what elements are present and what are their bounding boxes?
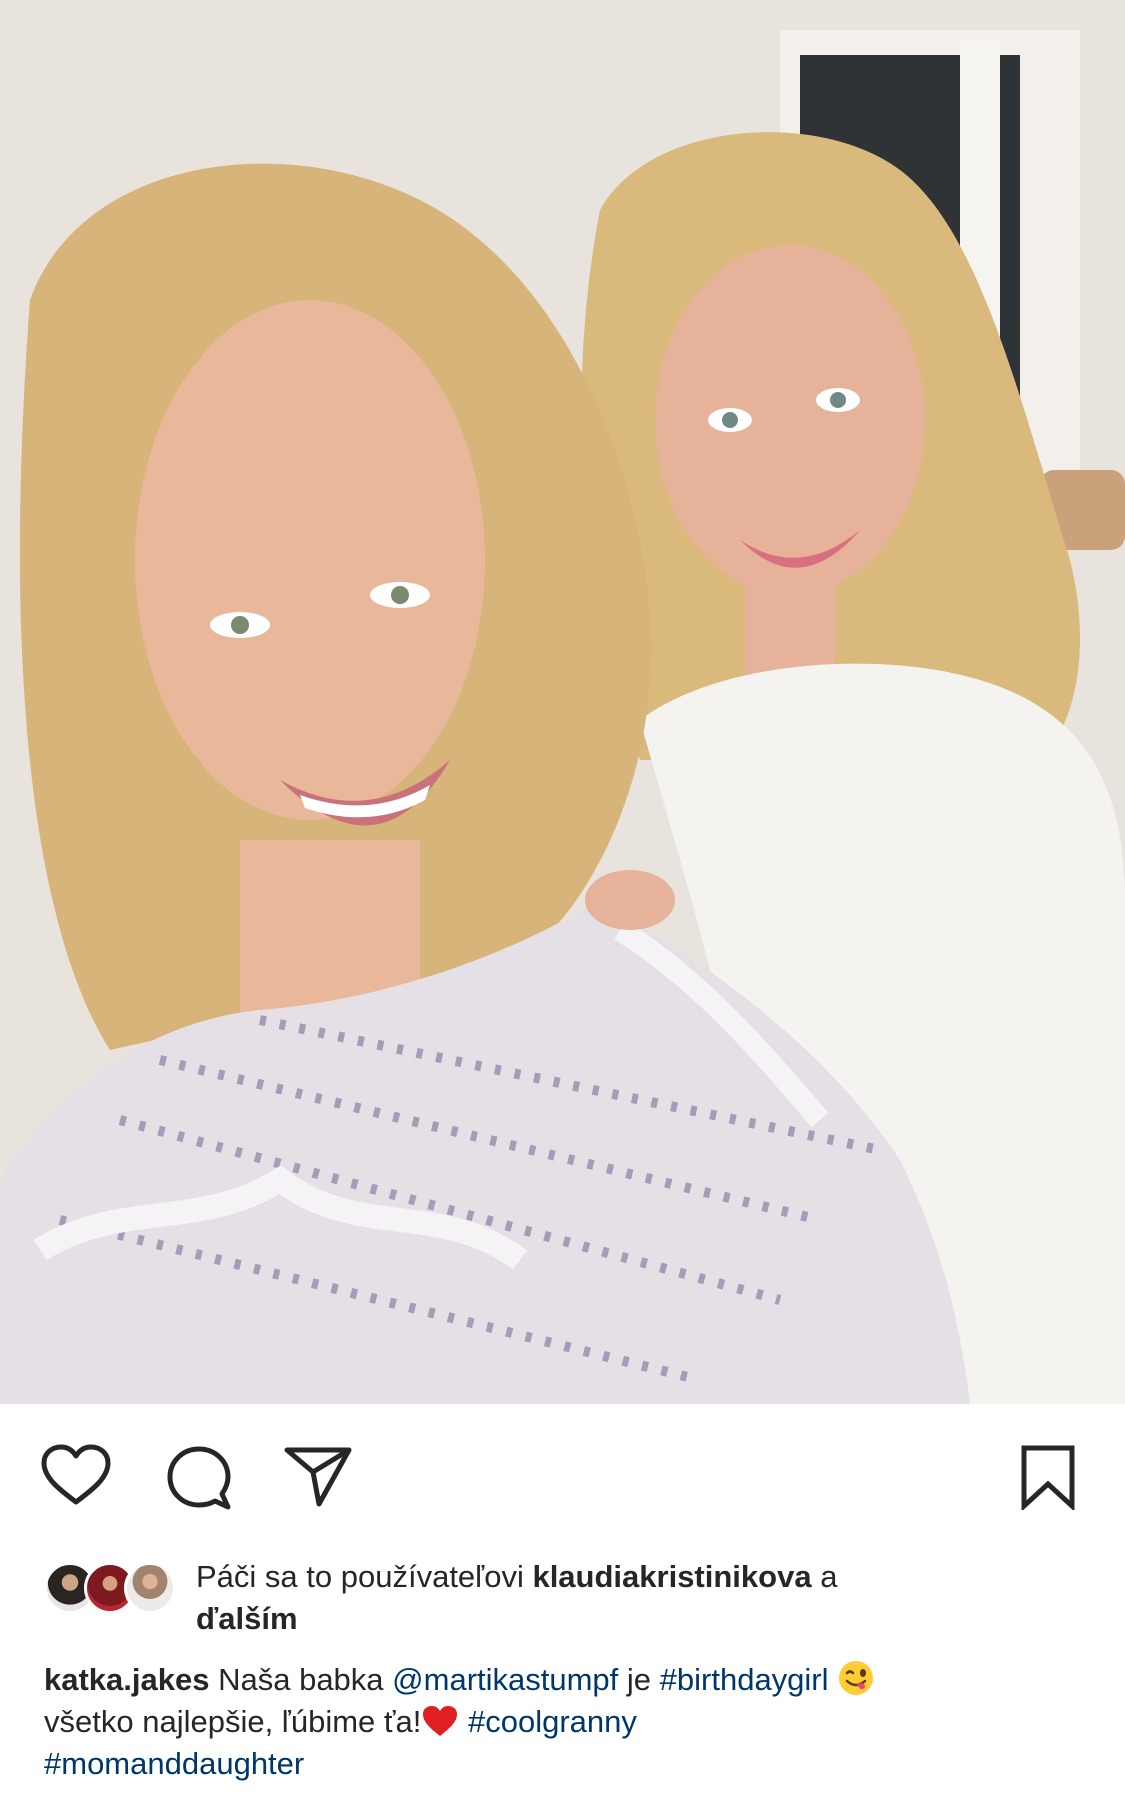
bookmark-icon[interactable]	[1018, 1444, 1078, 1510]
paper-plane-icon[interactable]	[283, 1444, 353, 1508]
caption-line-2: všetko najlepšie, ľúbime ťa!	[44, 1704, 422, 1739]
hashtag-link[interactable]: #birthdaygirl	[660, 1662, 829, 1697]
likes-prefix: Páči sa to používateľovi	[196, 1559, 533, 1594]
hashtag-link[interactable]: #coolgranny	[468, 1704, 637, 1739]
author-username-link[interactable]: katka.jakes	[44, 1662, 209, 1697]
hashtag-link[interactable]: #momanddaughter	[44, 1746, 304, 1781]
liker-username-link[interactable]: klaudiakristinikova	[532, 1559, 811, 1594]
likes-joiner: a	[811, 1559, 838, 1594]
likes-others-link[interactable]: ďalším	[196, 1601, 298, 1636]
likes-text: Páči sa to používateľovi klaudiakristini…	[196, 1556, 1076, 1640]
comment-bubble-icon[interactable]	[165, 1444, 233, 1512]
post-caption: katka.jakes Naša babka @martikastumpf je…	[44, 1659, 1084, 1785]
liker-avatars	[44, 1562, 179, 1618]
red-heart-emoji	[421, 1704, 459, 1738]
caption-text-1: Naša babka	[209, 1662, 393, 1697]
mention-link[interactable]: @martikastumpf	[392, 1662, 618, 1697]
post-photo[interactable]	[0, 0, 1125, 1404]
heart-outline-icon[interactable]	[40, 1444, 112, 1508]
winking-face-with-tongue-emoji	[837, 1659, 875, 1697]
avatar	[124, 1562, 176, 1614]
selfie-illustration	[0, 0, 1125, 1404]
likes-summary[interactable]: Páči sa to používateľovi klaudiakristini…	[44, 1552, 1084, 1642]
caption-text-2: je	[618, 1662, 660, 1697]
